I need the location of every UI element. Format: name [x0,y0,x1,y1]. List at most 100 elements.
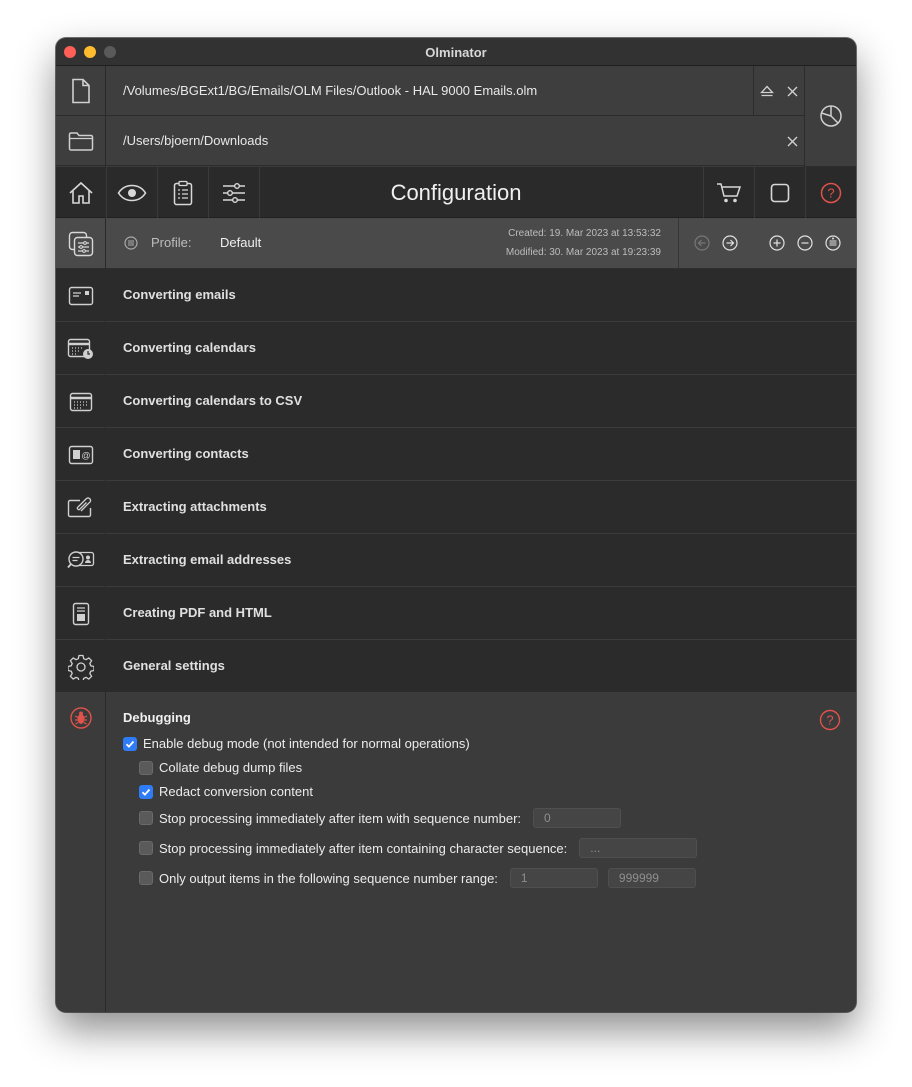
profile-modified: Modified: 30. Mar 2023 at 19:23:39 [505,247,661,258]
profile-label: Profile: [151,235,192,250]
section-label: Converting calendars [123,340,256,355]
profiles-icon [68,231,93,256]
enable-debug-row: Enable debug mode (not intended for norm… [123,736,470,751]
output-range-checkbox[interactable] [139,871,153,885]
cart-button[interactable] [704,167,754,218]
profiles-button[interactable] [56,218,106,269]
output-range-row: Only output items in the following seque… [139,868,696,888]
section-label: Extracting attachments [123,499,267,514]
stop-char-seq-row: Stop processing immediately after item c… [139,838,698,858]
app-window: Olminator /Volumes/BGExt1/BG/Emails/OLM … [56,38,856,1012]
eye-icon [117,184,147,201]
clear-destination-button[interactable] [779,116,805,166]
close-icon [787,86,797,96]
destination-path-text: /Users/bjoern/Downloads [123,133,269,148]
redact-content-label: Redact conversion content [159,784,313,799]
debugging-help-button[interactable]: ? [819,709,841,736]
calendar-icon [69,392,93,411]
enable-debug-checkbox[interactable] [123,736,137,751]
section-extracting-attachments[interactable]: Extracting attachments [56,481,856,534]
stop-char-seq-label: Stop processing immediately after item c… [159,840,568,856]
stop-seq-number-label: Stop processing immediately after item w… [159,810,522,826]
next-profile-button[interactable] [721,234,739,252]
window-title: Olminator [425,45,487,60]
bug-icon [70,707,92,729]
pie-chart-icon [819,105,842,127]
source-path-row: /Volumes/BGExt1/BG/Emails/OLM Files/Outl… [56,66,804,116]
document-icon [72,602,90,625]
section-creating-pdf-html[interactable]: Creating PDF and HTML [56,587,856,640]
eject-icon [760,85,774,96]
checkmark-icon [141,788,151,796]
preview-button[interactable] [107,167,157,218]
section-converting-contacts[interactable]: @ Converting contacts [56,428,856,481]
window-button[interactable] [755,167,805,218]
section-extracting-email-addresses[interactable]: Extracting email addresses [56,534,856,587]
debugging-title: Debugging [123,710,191,725]
redact-content-row: Redact conversion content [139,784,313,799]
section-converting-emails[interactable]: Converting emails [56,269,856,322]
stop-seq-number-row: Stop processing immediately after item w… [139,808,622,828]
page-title: Configuration [390,180,522,205]
section-converting-calendars[interactable]: Converting calendars [56,322,856,375]
range-from-input[interactable]: 1 [509,868,598,888]
previous-profile-button[interactable] [693,234,711,252]
section-label: Converting emails [123,287,236,302]
eject-button[interactable] [754,66,780,116]
section-label: General settings [123,658,225,673]
section-label: Converting contacts [123,446,249,461]
profile-options-button[interactable] [824,234,842,252]
redact-content-checkbox[interactable] [139,784,153,799]
profile-menu-button[interactable] [124,236,138,255]
source-path-text: /Volumes/BGExt1/BG/Emails/OLM Files/Outl… [123,83,538,98]
section-general-settings[interactable]: General settings [56,640,856,693]
collate-dumps-row: Collate debug dump files [139,760,302,775]
configuration-tab-button[interactable] [209,167,259,218]
calendar-clock-icon [67,338,93,359]
range-to-input[interactable]: 999999 [607,868,696,888]
sliders-icon [223,182,245,203]
section-label: Converting calendars to CSV [123,393,303,408]
paperclip-icon [67,496,92,517]
collate-dumps-label: Collate debug dump files [159,760,303,775]
home-icon [69,181,93,204]
checkmark-icon [125,740,135,748]
home-button[interactable] [56,167,106,218]
collate-dumps-checkbox[interactable] [139,760,153,775]
contact-card-icon: @ [68,445,94,464]
close-icon [787,136,797,146]
email-card-icon [68,286,94,305]
stop-seq-number-checkbox[interactable] [139,811,153,825]
section-converting-calendars-csv[interactable]: Converting calendars to CSV [56,375,856,428]
destination-folder-button[interactable] [56,116,106,166]
statistics-button[interactable] [804,66,856,167]
gear-icon [68,654,94,680]
log-button[interactable] [158,167,208,218]
arrow-right-circle-icon [722,235,738,251]
title-bar: Olminator [56,38,856,66]
options-circle-icon [825,235,841,251]
square-icon [770,183,790,202]
help-button[interactable]: ? [806,167,856,218]
stop-char-seq-checkbox[interactable] [139,841,153,855]
main-toolbar: Configuration ? [56,167,856,218]
svg-text:@: @ [81,450,90,460]
clipboard-icon [173,180,193,205]
profile-name[interactable]: Default [220,235,261,250]
file-icon [71,78,90,104]
section-label: Extracting email addresses [123,552,292,567]
profile-bar: Profile: Default Created: 19. Mar 2023 a… [56,218,856,269]
destination-path-row: /Users/bjoern/Downloads [56,116,804,166]
add-profile-button[interactable] [768,234,786,252]
help-icon: ? [820,182,842,203]
clear-source-button[interactable] [779,66,805,116]
stop-char-seq-input[interactable]: ... [579,838,698,858]
stop-seq-number-input[interactable]: 0 [533,808,622,828]
svg-text:?: ? [827,185,834,200]
svg-text:?: ? [826,713,833,728]
remove-profile-button[interactable] [796,234,814,252]
shopping-cart-icon [717,182,742,202]
debugging-panel: Debugging ? Enable debug mode (not inten… [56,693,856,1012]
source-file-button[interactable] [56,66,106,116]
folder-icon [68,132,93,151]
